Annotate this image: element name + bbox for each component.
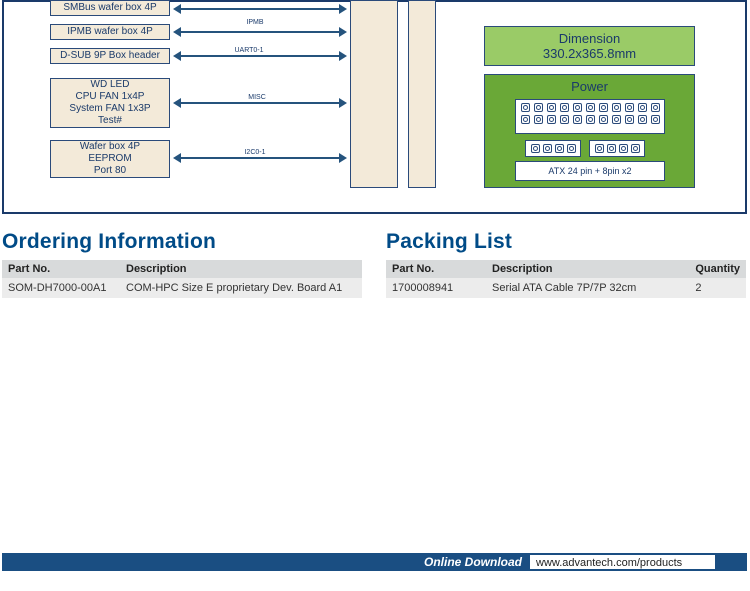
td-partno: 1700008941: [386, 278, 486, 298]
box-smbus: SMBus wafer box 4P: [50, 0, 170, 16]
block-diagram: SMBus wafer box 4P IPMB wafer box 4P D-S…: [2, 0, 747, 214]
download-url[interactable]: www.advantech.com/products: [530, 555, 715, 569]
power-label-box: ATX 24 pin + 8pin x2: [515, 161, 665, 181]
pin-row: [521, 103, 660, 112]
ordering-heading: Ordering Information: [2, 230, 362, 254]
td-qty: 2: [689, 278, 746, 298]
packing-section: Packing List Part No. Description Quanti…: [386, 230, 746, 298]
table-row: 1700008941 Serial ATA Cable 7P/7P 32cm 2: [386, 278, 746, 298]
box-ipmb: IPMB wafer box 4P: [50, 24, 170, 40]
td-partno: SOM-DH7000-00A1: [2, 278, 120, 298]
box-label: CPU FAN 1x4P: [76, 91, 145, 103]
box-smbus-label: SMBus wafer box 4P: [63, 2, 156, 14]
td-desc: Serial ATA Cable 7P/7P 32cm: [486, 278, 689, 298]
box-label: Wafer box 4P: [80, 141, 140, 153]
th-partno: Part No.: [386, 260, 486, 278]
atx-24pin: [515, 99, 665, 134]
packing-heading: Packing List: [386, 230, 746, 254]
mid-block-right: [408, 0, 436, 188]
box-label: Port 80: [94, 165, 126, 177]
atx-8pin-1: [525, 140, 581, 157]
arrow-label-uart: UART0-1: [214, 47, 284, 54]
panel-power: Power ATX 24 pin + 8pin x2: [484, 74, 695, 188]
mid-block-left: [350, 0, 398, 188]
arrow: [180, 102, 340, 104]
dimension-value: 330.2x365.8mm: [485, 46, 694, 61]
box-label: System FAN 1x3P: [69, 103, 150, 115]
box-label: Test#: [98, 115, 122, 127]
box-dsub: D-SUB 9P Box header: [50, 48, 170, 64]
box-ipmb-label: IPMB wafer box 4P: [67, 26, 153, 38]
th-partno: Part No.: [2, 260, 120, 278]
arrow: [180, 31, 340, 33]
arrow: [180, 55, 340, 57]
table-row: SOM-DH7000-00A1 COM-HPC Size E proprieta…: [2, 278, 362, 298]
th-qty: Quantity: [689, 260, 746, 278]
footer-bar: Online Download www.advantech.com/produc…: [2, 553, 747, 571]
arrow: [180, 157, 340, 159]
download-label: Online Download: [424, 555, 530, 569]
box-label: WD LED: [91, 79, 130, 91]
arrow-label-misc: MISC: [222, 94, 292, 101]
panel-dimension: Dimension 330.2x365.8mm: [484, 26, 695, 66]
arrow-label-ipmb: IPMB: [220, 19, 290, 26]
ordering-section: Ordering Information Part No. Descriptio…: [2, 230, 362, 298]
bar-tail: [715, 553, 747, 571]
ordering-table: Part No. Description SOM-DH7000-00A1 COM…: [2, 260, 362, 298]
box-dsub-label: D-SUB 9P Box header: [60, 50, 160, 62]
packing-table: Part No. Description Quantity 1700008941…: [386, 260, 746, 298]
box-label: EEPROM: [88, 153, 131, 165]
box-group1: WD LED CPU FAN 1x4P System FAN 1x3P Test…: [50, 78, 170, 128]
box-group2: Wafer box 4P EEPROM Port 80: [50, 140, 170, 178]
th-desc: Description: [486, 260, 689, 278]
power-label: ATX 24 pin + 8pin x2: [548, 166, 631, 176]
dimension-title: Dimension: [485, 31, 694, 46]
th-desc: Description: [120, 260, 362, 278]
atx-8pin-2: [589, 140, 645, 157]
pin-row: [521, 115, 660, 124]
power-title: Power: [485, 75, 694, 94]
arrow-label-i2c: I2C0-1: [220, 149, 290, 156]
td-desc: COM-HPC Size E proprietary Dev. Board A1: [120, 278, 362, 298]
arrow: [180, 8, 340, 10]
